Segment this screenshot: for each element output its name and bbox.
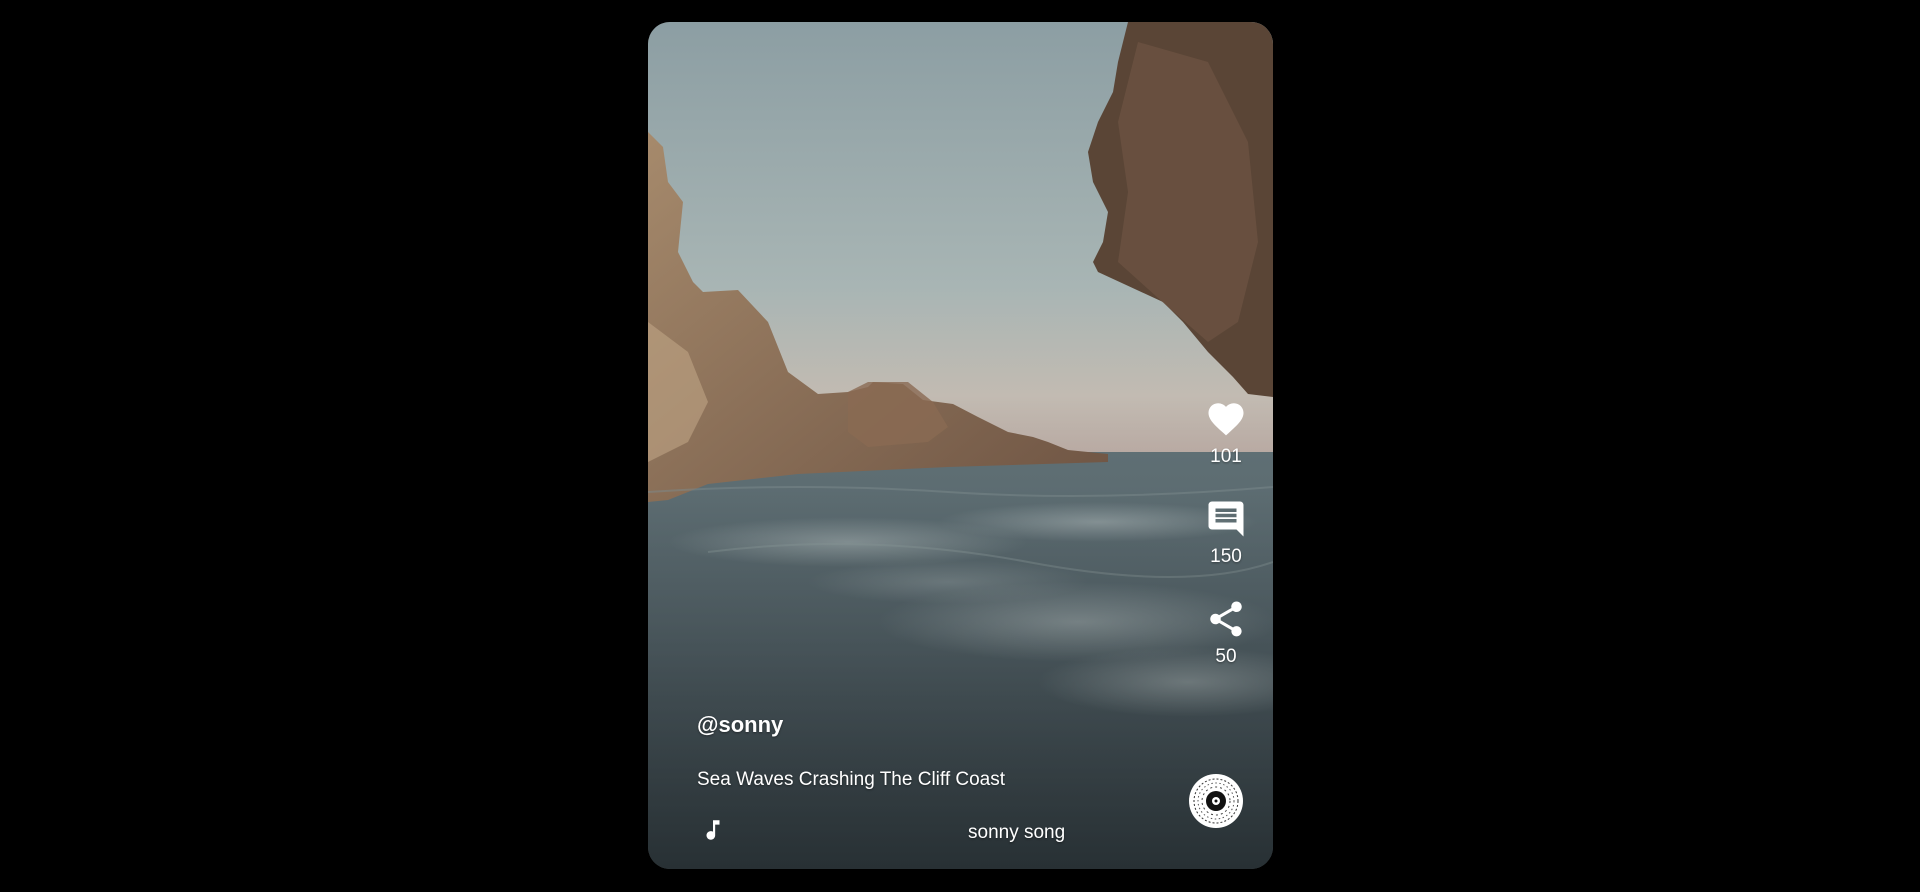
like-button[interactable]: 101 [1205, 374, 1247, 474]
post-username[interactable]: @sonny [697, 712, 783, 738]
video-frame [648, 22, 1273, 869]
comment-button[interactable]: 150 [1205, 474, 1247, 574]
like-count: 101 [1210, 446, 1242, 467]
comment-icon [1208, 501, 1244, 537]
share-icon [1210, 601, 1242, 637]
share-count: 50 [1215, 646, 1237, 667]
vinyl-disc-icon [1190, 775, 1242, 827]
post-caption: Sea Waves Crashing The Cliff Coast [697, 769, 1006, 790]
music-note-icon [706, 820, 720, 840]
comment-count: 150 [1210, 546, 1242, 567]
share-button[interactable]: 50 [1205, 574, 1247, 674]
vinyl-disc-button[interactable] [1189, 774, 1243, 828]
action-bar: 101 150 50 [1196, 374, 1256, 674]
video-card[interactable]: 101 150 50 @sonny Sea Waves Crashing The… [648, 22, 1273, 869]
song-title[interactable]: sonny song [968, 822, 1065, 844]
heart-icon [1208, 403, 1244, 436]
